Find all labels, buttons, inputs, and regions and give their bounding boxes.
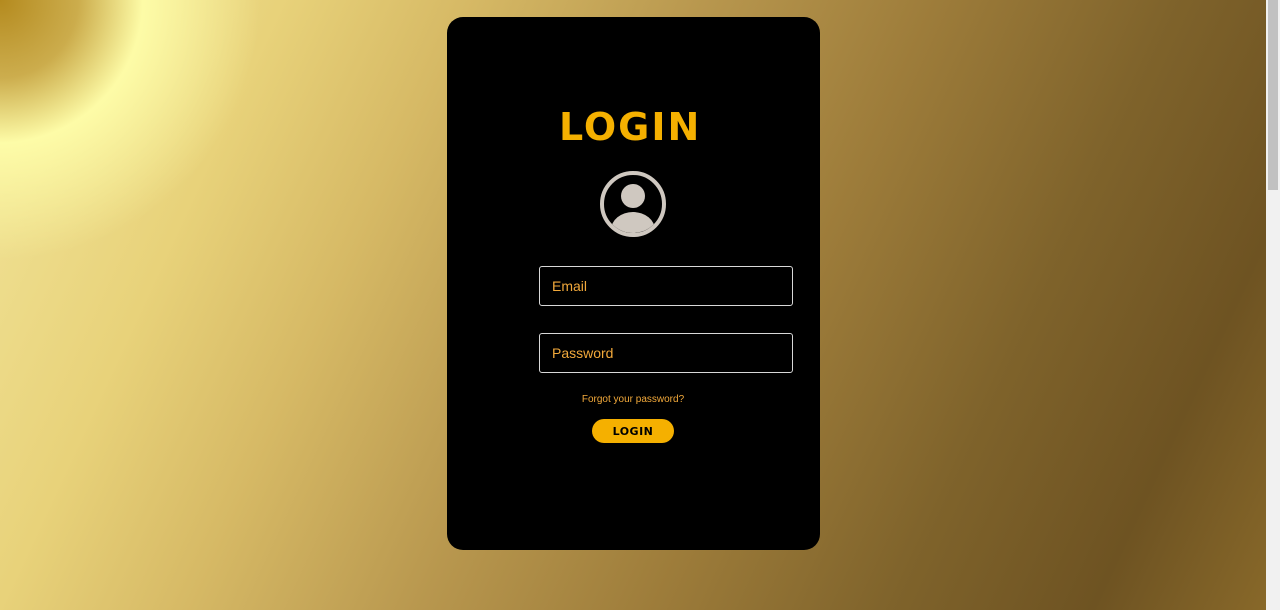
scrollbar-thumb[interactable]	[1268, 0, 1278, 190]
page-background: LOGIN Forgot your password? LOGIN	[0, 0, 1266, 610]
forgot-password-link[interactable]: Forgot your password?	[539, 394, 727, 406]
password-input[interactable]	[539, 333, 793, 373]
login-card: LOGIN Forgot your password? LOGIN	[447, 17, 820, 550]
login-button[interactable]: LOGIN	[592, 419, 674, 443]
vertical-scrollbar[interactable]	[1266, 0, 1280, 610]
email-input[interactable]	[539, 266, 793, 306]
login-title: LOGIN	[559, 105, 702, 149]
user-circle-icon	[600, 171, 666, 237]
